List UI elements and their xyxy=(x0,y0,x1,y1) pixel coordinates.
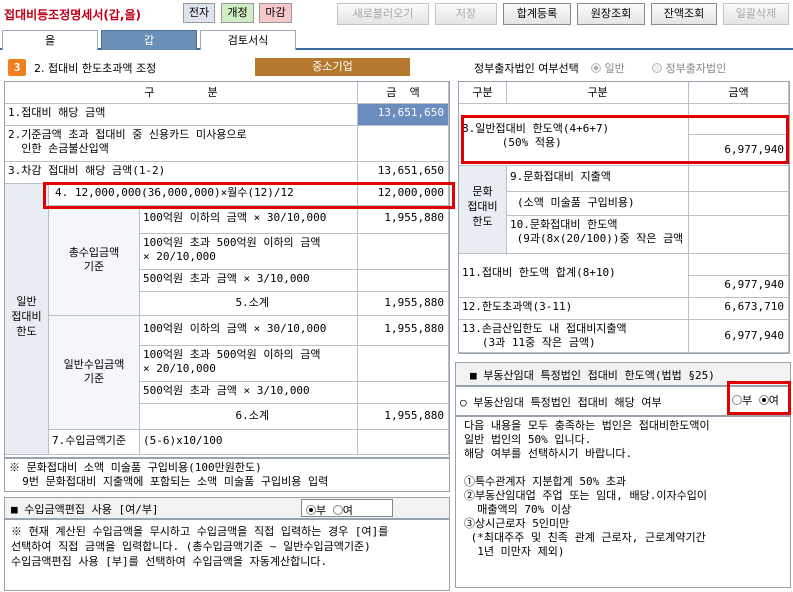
gov-select-label: 정부출자법인 여부선택 xyxy=(474,62,579,75)
row9b-label: (소액 미술품 구입비용) xyxy=(507,192,689,216)
row11-blank xyxy=(689,254,789,276)
row4-label: 4. 12,000,000(36,000,000)×월수(12)/12 xyxy=(49,184,358,206)
total-tier3-label: 500억원 초과 금액 × 3/10,000 xyxy=(140,270,358,292)
realty-yes-label: 여 xyxy=(768,394,779,407)
total-tier3-value[interactable] xyxy=(358,270,449,292)
realty-header: ■ 부동산임대 특정법인 접대비 한도액(법법 §25) xyxy=(455,362,791,386)
total-subtotal-value: 1,955,880 xyxy=(358,292,449,316)
total-tier2-label: 100억원 초과 500억원 이하의 금액 × 20/10,000 xyxy=(140,234,358,270)
row8-label: 8.일반접대비 한도액(4+6+7) (50% 적용) xyxy=(459,104,689,166)
right-header-amount: 금액 xyxy=(689,82,789,104)
company-type-button[interactable]: 중소기업 xyxy=(255,58,410,76)
row1-value-field[interactable]: 13,651,650 xyxy=(358,104,449,126)
row4-value: 12,000,000 xyxy=(358,184,449,206)
revenue-edit-radio-no[interactable] xyxy=(306,505,316,515)
row3-label: 3.차감 접대비 해당 금액(1-2) xyxy=(5,162,358,184)
revenue-edit-radio-group[interactable]: 부 여 xyxy=(301,499,393,517)
row11-label: 11.접대비 한도액 합계(8+10) xyxy=(459,254,689,298)
realty-title: ■ 부동산임대 특정법인 접대비 한도액(법법 §25) xyxy=(470,369,715,382)
right-header-gubun: 구분 xyxy=(459,82,507,104)
radio-gov[interactable] xyxy=(652,63,662,73)
right-header-gubun2: 구분 xyxy=(507,82,689,104)
row7-formula: (5-6)x10/100 xyxy=(140,430,358,455)
delete-all-button[interactable]: 일괄삭제 xyxy=(723,3,789,25)
total-tier1-value[interactable]: 1,955,880 xyxy=(358,206,449,234)
general-limit-group-label: 일반 접대비 한도 xyxy=(5,184,49,455)
total-revenue-label: 총수입금액 기준 xyxy=(49,206,140,316)
row7-value xyxy=(358,430,449,455)
row12-label: 12.한도초과액(3-11) xyxy=(459,298,689,320)
general-subtotal-value: 1,955,880 xyxy=(358,404,449,430)
general-tier2-label: 100억원 초과 500억원 이하의 금액 × 20/10,000 xyxy=(140,346,358,382)
row7-label: 7.수입금액기준 xyxy=(49,430,140,455)
row9b-value-field[interactable] xyxy=(689,192,789,216)
reload-button[interactable]: 새로불러오기 xyxy=(337,3,429,25)
row3-value: 13,651,650 xyxy=(358,162,449,184)
culture-limit-group-label: 문화 접대비 한도 xyxy=(459,166,507,254)
revenue-edit-title: ■ 수입금액편집 사용 [여/부] xyxy=(11,503,159,516)
row8-value: 6,977,940 xyxy=(689,135,789,166)
save-button[interactable]: 저장 xyxy=(435,3,497,25)
window-title: 접대비등조정명세서(갑,을) xyxy=(4,8,141,22)
row9-value-field[interactable] xyxy=(689,166,789,192)
row13-label: 13.손금산입한도 내 접대비지출액 (3과 11중 작은 금액) xyxy=(459,320,689,353)
revenue-edit-radio-yes[interactable] xyxy=(332,505,343,515)
section-number-badge: 3 xyxy=(8,59,26,76)
row2-value-field[interactable] xyxy=(358,126,449,162)
total-subtotal-label: 5.소계 xyxy=(140,292,358,316)
option-gov[interactable]: 정부출자법인 xyxy=(652,60,726,76)
tab-gap[interactable]: 갑 xyxy=(101,30,197,50)
revenue-edit-note: ※ 현재 계산된 수입금액을 무시하고 수입금액을 직접 입력하는 경우 [여]… xyxy=(4,519,450,591)
tag-closing[interactable]: 마감 xyxy=(259,3,292,23)
revenue-edit-header: ■ 수입금액편집 사용 [여/부] 부 여 xyxy=(4,497,450,519)
realty-radio-no[interactable] xyxy=(732,395,742,405)
general-tier3-label: 500억원 초과 금액 × 3/10,000 xyxy=(140,382,358,404)
general-subtotal-label: 6.소계 xyxy=(140,404,358,430)
row10-value xyxy=(689,216,789,254)
row8-blank xyxy=(689,104,789,135)
general-tier3-value[interactable] xyxy=(358,382,449,404)
row11-value: 6,977,940 xyxy=(689,276,789,298)
option-gov-label: 정부출자법인 xyxy=(665,62,727,75)
realty-description: 다음 내용을 모두 충족하는 법인은 접대비한도액이 일반 법인의 50% 입니… xyxy=(455,416,791,588)
row2-label: 2.기준금액 초과 접대비 중 신용카드 미사용으로 인한 손금불산입액 xyxy=(5,126,358,162)
realty-no-label: 부 xyxy=(742,394,753,407)
general-revenue-label: 일반수입금액 기준 xyxy=(49,316,140,430)
total-tier2-value[interactable] xyxy=(358,234,449,270)
section-title: 2. 접대비 한도초과액 조정 xyxy=(34,62,157,75)
tab-eul[interactable]: 을 xyxy=(2,30,98,50)
row9-label: 9.문화접대비 지출액 xyxy=(507,166,689,192)
toolbar: 접대비등조정명세서(갑,을) 전자 개정 마감 새로불러오기 저장 합계등록 원… xyxy=(0,0,793,30)
row10-label: 10.문화접대비 한도액 (9과(8x(20/100))중 작은 금액 xyxy=(507,216,689,254)
row13-value: 6,977,940 xyxy=(689,320,789,353)
general-tier2-value[interactable] xyxy=(358,346,449,382)
general-tier1-label: 100억원 이하의 금액 × 30/10,000 xyxy=(140,316,358,346)
tag-electronic[interactable]: 전자 xyxy=(183,3,215,23)
radio-general[interactable] xyxy=(591,63,601,73)
realty-radio-yes[interactable] xyxy=(758,395,769,405)
option-general[interactable]: 일반 xyxy=(591,60,625,76)
footnote: ※ 문화접대비 소액 미술품 구입비용(100만원한도) 9번 문화접대비 지출… xyxy=(4,458,450,492)
right-table: 구분 구분 금액 8.일반접대비 한도액(4+6+7) (50% 적용) 6,9… xyxy=(458,81,790,354)
tag-revised[interactable]: 개정 xyxy=(221,3,254,23)
tab-bar: 을 갑 검토서식 xyxy=(0,30,793,50)
total-tier1-label: 100억원 이하의 금액 × 30/10,000 xyxy=(140,206,358,234)
row12-value: 6,673,710 xyxy=(689,298,789,320)
balance-view-button[interactable]: 잔액조회 xyxy=(651,3,717,25)
realty-radio-group[interactable]: 부 여 xyxy=(732,392,788,410)
revenue-edit-yes-label: 여 xyxy=(342,504,353,517)
left-header-gubun: 구 분 xyxy=(5,82,358,104)
tab-review[interactable]: 검토서식 xyxy=(200,30,296,50)
general-tier1-value[interactable]: 1,955,880 xyxy=(358,316,449,346)
realty-question-row: ○ 부동산임대 특정법인 접대비 해당 여부 부 여 xyxy=(455,386,791,416)
left-table: 구 분 금 액 1.접대비 해당 금액 13,651,650 2.기준금액 초과… xyxy=(4,81,450,458)
row1-label: 1.접대비 해당 금액 xyxy=(5,104,358,126)
realty-question: ○ 부동산임대 특정법인 접대비 해당 여부 xyxy=(460,396,662,409)
ledger-view-button[interactable]: 원장조회 xyxy=(577,3,645,25)
revenue-edit-no-label: 부 xyxy=(316,504,327,517)
option-general-label: 일반 xyxy=(604,62,625,75)
total-register-button[interactable]: 합계등록 xyxy=(503,3,571,25)
left-header-amount: 금 액 xyxy=(358,82,449,104)
